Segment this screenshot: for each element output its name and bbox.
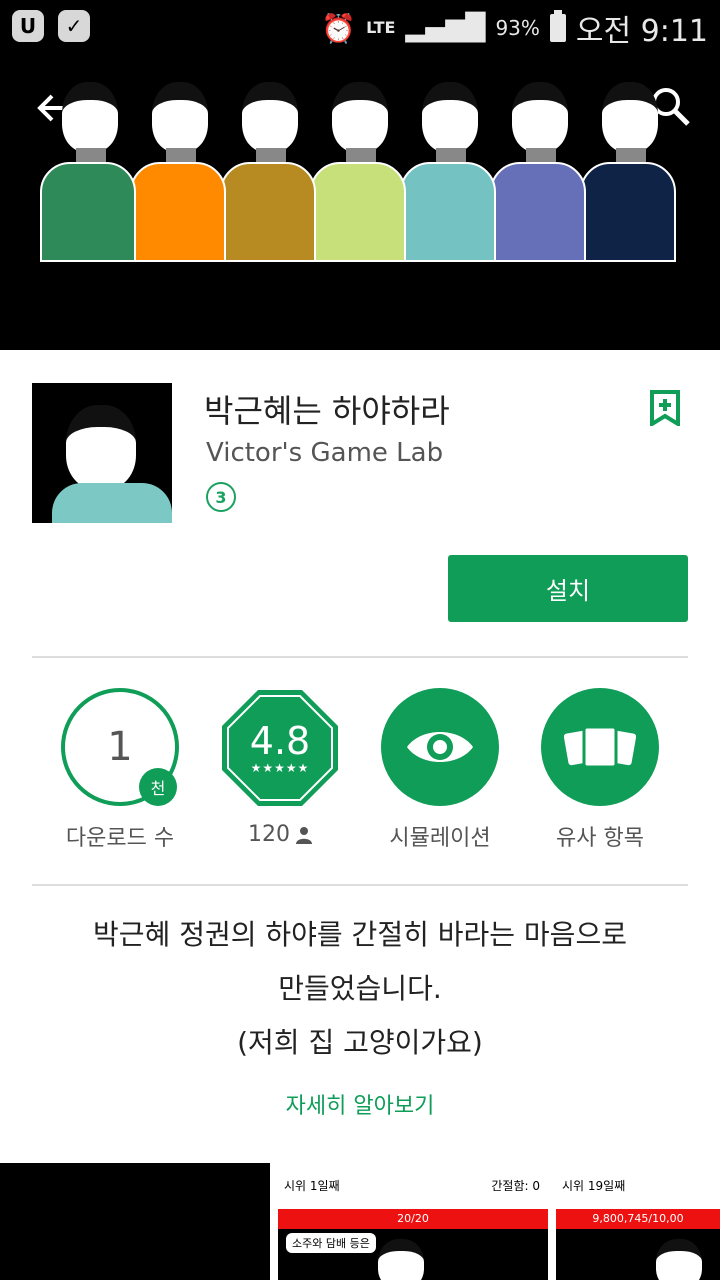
shopping-bag-icon: ✓ <box>58 10 90 42</box>
category-label: 시뮬레이션 <box>389 826 491 851</box>
battery-percent: 93% <box>495 16 540 40</box>
category-circle <box>381 688 499 806</box>
developer-link[interactable]: Victor's Game Lab <box>206 438 443 468</box>
description-line: 박근혜 정권의 하야를 간절히 바라는 마음으로 <box>93 918 627 951</box>
eye-icon <box>407 732 473 762</box>
clock: 오전 9:11 <box>575 14 708 49</box>
signal-icon: ▂▄▆█ <box>405 13 486 43</box>
screenshot-day: 시위 1일째 <box>284 1179 340 1193</box>
divider <box>32 656 688 658</box>
app-title: 박근혜는 하야하라 <box>204 392 450 430</box>
banner-figure <box>580 82 676 262</box>
screenshot-scene <box>556 1229 720 1280</box>
screenshot-stat: 간절함: 0 <box>491 1179 540 1193</box>
cards-icon <box>564 725 636 769</box>
description-line: 만들었습니다. <box>278 972 442 1005</box>
screenshot-bar: 9,800,745/10,00 <box>556 1209 720 1229</box>
divider <box>32 884 688 886</box>
app-header: 박근혜는 하야하라 Victor's Game Lab 3 설치 <box>0 350 720 650</box>
stats-row: 1 천 다운로드 수 4.8 ★★★★★ 120 시뮬레이션 유사 항목 <box>0 688 720 858</box>
app-description: 박근혜 정권의 하야를 간절히 바라는 마음으로 만들었습니다. (저희 집 고… <box>40 908 680 1070</box>
banner-figure <box>40 82 136 262</box>
screenshot-video-thumb[interactable] <box>0 1163 270 1280</box>
screenshot-tag: 소주와 담배 등은 <box>286 1233 376 1253</box>
person-icon <box>296 826 312 844</box>
downloads-value: 1 <box>107 724 133 770</box>
content-rating-badge: 3 <box>206 482 236 512</box>
downloads-unit-badge: 천 <box>139 768 177 806</box>
screenshot-2[interactable]: 시위 19일째 9,800,745/10,00 <box>556 1163 720 1280</box>
rating-stars: ★★★★★ <box>250 761 310 775</box>
banner-figure <box>310 82 406 262</box>
similar-label: 유사 항목 <box>556 826 644 851</box>
description-line: (저희 집 고양이가요) <box>237 1026 483 1059</box>
downloads-stat: 1 천 다운로드 수 <box>40 688 200 852</box>
category-stat[interactable]: 시뮬레이션 <box>360 688 520 852</box>
screenshot-scene: 소주와 담배 등은 <box>278 1229 548 1280</box>
screenshot-bar: 20/20 <box>278 1209 548 1229</box>
banner-figure <box>220 82 316 262</box>
reviews-count: 120 <box>248 822 290 847</box>
network-type: LTE <box>366 18 396 37</box>
bookmark-plus-icon[interactable] <box>650 390 680 428</box>
status-bar: U ✓ ⏰ LTE ▂▄▆█ 93% 오전 9:11 <box>0 0 720 52</box>
reviews-label: 120 <box>200 822 360 847</box>
battery-icon <box>549 10 566 42</box>
feature-banner <box>0 52 720 350</box>
carrier-app-icon: U <box>12 10 44 42</box>
downloads-label: 다운로드 수 <box>65 826 175 851</box>
read-more-link[interactable]: 자세히 알아보기 <box>0 1088 720 1120</box>
app-icon <box>32 383 172 523</box>
banner-figure <box>490 82 586 262</box>
banner-figure <box>130 82 226 262</box>
install-button[interactable]: 설치 <box>448 555 688 622</box>
screenshots-strip[interactable]: 시위 1일째 간절함: 0 20/20 소주와 담배 등은 시위 19일째 9,… <box>0 1163 720 1280</box>
rating-stat[interactable]: 4.8 ★★★★★ 120 <box>200 688 360 847</box>
banner-figure <box>400 82 496 262</box>
similar-circle <box>541 688 659 806</box>
rating-octagon: 4.8 ★★★★★ <box>220 688 340 808</box>
rating-value: 4.8 <box>249 719 311 763</box>
screenshot-1[interactable]: 시위 1일째 간절함: 0 20/20 소주와 담배 등은 <box>278 1163 548 1280</box>
downloads-circle: 1 천 <box>61 688 179 806</box>
similar-stat[interactable]: 유사 항목 <box>520 688 680 852</box>
screenshot-day: 시위 19일째 <box>562 1179 626 1193</box>
alarm-icon: ⏰ <box>321 11 357 45</box>
